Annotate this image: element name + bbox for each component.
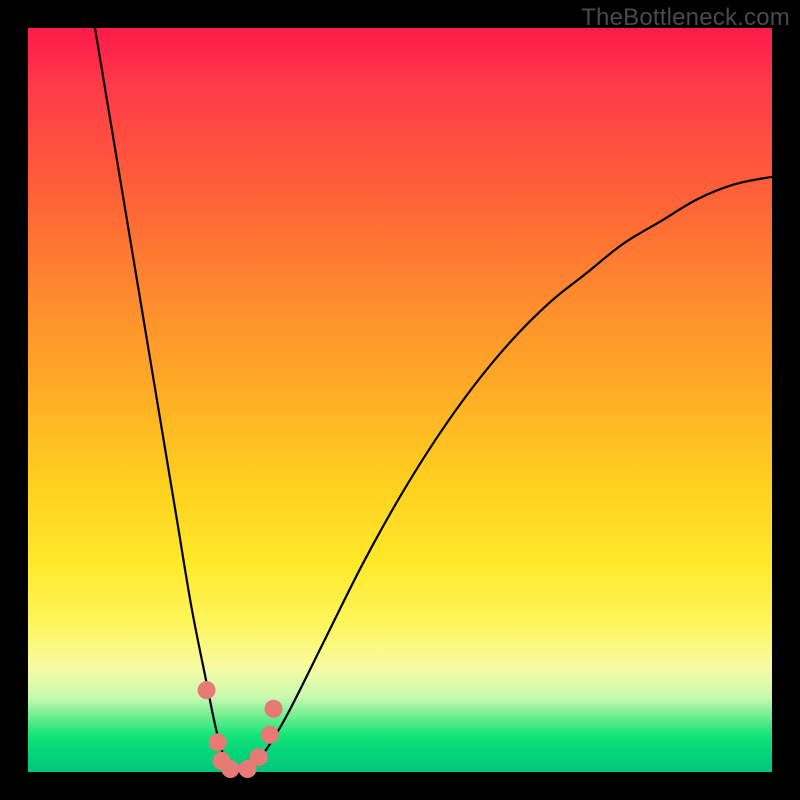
curve-marker (261, 726, 279, 744)
curve-marker (198, 681, 216, 699)
bottleneck-curve (95, 28, 772, 773)
curve-markers (198, 681, 283, 778)
curve-marker (250, 748, 268, 766)
curve-marker (209, 733, 227, 751)
bottleneck-curve-svg (28, 28, 772, 772)
plot-area (28, 28, 772, 772)
curve-marker (265, 700, 283, 718)
outer-frame: TheBottleneck.com (0, 0, 800, 800)
curve-marker (221, 760, 239, 778)
